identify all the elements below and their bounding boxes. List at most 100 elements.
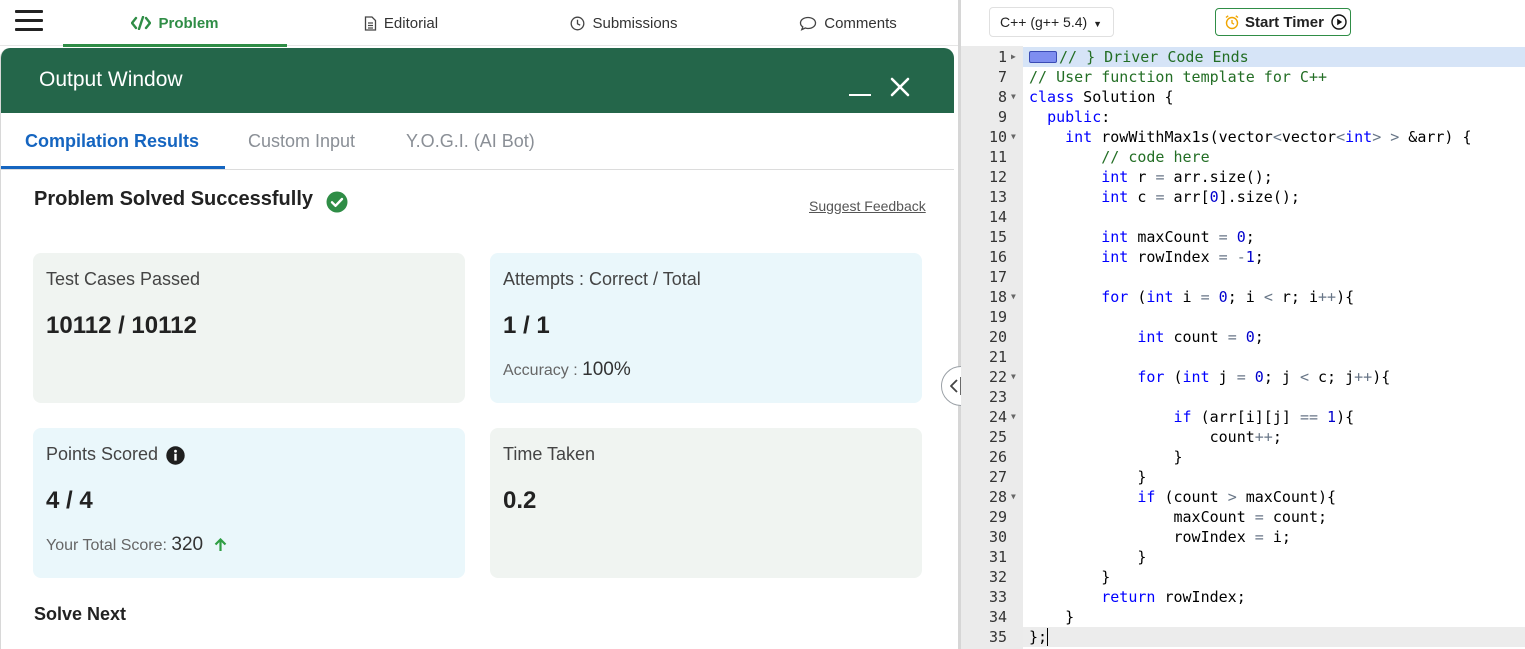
- code-line: // code here: [1101, 148, 1210, 166]
- line-number: 27: [988, 468, 1007, 486]
- line-number: 22: [988, 368, 1007, 386]
- line-number: 14: [988, 208, 1007, 226]
- line-number-gutter: 1 ▶ 7 8 ▼ 9 10 ▼ 11 12 13 14 15 16 17 18 ▼ 19 20 21 22 ▼ 23 24 ▼…: [961, 46, 1023, 649]
- language-value: C++ (g++ 5.4): [1000, 14, 1088, 30]
- line-number: 20: [988, 328, 1007, 346]
- active-line-highlight: [1023, 627, 1525, 647]
- total-score-label: Your Total Score:: [46, 537, 167, 554]
- code-line: return rowIndex;: [1101, 588, 1246, 606]
- code-area[interactable]: // } Driver Code Ends // User function te…: [1023, 46, 1525, 649]
- line-number: 33: [988, 588, 1007, 606]
- line-number: 17: [988, 268, 1007, 286]
- code-line: // } Driver Code Ends: [1059, 48, 1249, 66]
- folded-code-marker-icon[interactable]: [1029, 51, 1057, 63]
- points-label: Points Scored: [46, 444, 159, 464]
- line-number: 16: [988, 248, 1007, 266]
- code-line: int count = 0;: [1137, 328, 1264, 346]
- code-line: count++;: [1029, 428, 1282, 446]
- arrow-up-icon: [214, 538, 226, 551]
- start-timer-button[interactable]: Start Timer: [1215, 8, 1351, 36]
- code-line: class Solution {: [1029, 88, 1174, 106]
- line-number: 26: [988, 448, 1007, 466]
- line-number: 11: [988, 148, 1007, 166]
- code-line: }: [1029, 548, 1147, 566]
- tab-compilation-results[interactable]: Compilation Results: [25, 131, 199, 152]
- tab-yogi-ai-bot[interactable]: Y.O.G.I. (AI Bot): [406, 131, 535, 152]
- code-line: if (count > maxCount){: [1137, 488, 1337, 506]
- line-number: 34: [988, 608, 1007, 626]
- tab-comments[interactable]: Comments: [786, 0, 910, 46]
- fold-toggle-icon[interactable]: ▶: [1011, 47, 1021, 67]
- code-line: public:: [1047, 108, 1111, 126]
- fold-toggle-icon[interactable]: ▼: [1011, 287, 1021, 307]
- tab-submissions[interactable]: Submissions: [555, 0, 693, 46]
- points-card: Points Scored 4 / 4 Your Total Score: 32…: [33, 428, 465, 578]
- accuracy-label: Accuracy :: [503, 362, 578, 379]
- points-value: 4 / 4: [46, 487, 93, 514]
- line-number: 10: [988, 128, 1007, 146]
- code-line: };: [1029, 628, 1048, 646]
- tab-problem[interactable]: Problem: [63, 0, 287, 46]
- test-cases-card: Test Cases Passed 10112 / 10112: [33, 253, 465, 403]
- line-number: 30: [988, 528, 1007, 546]
- line-number: 15: [988, 228, 1007, 246]
- output-window: Output Window Compilation Results Custom…: [0, 48, 954, 649]
- problem-nav-bar: Problem Editorial Submissions Comments: [0, 0, 958, 47]
- code-line: for (int i = 0; i < r; i++){: [1101, 288, 1355, 306]
- code-line: if (arr[i][j] == 1){: [1173, 408, 1355, 426]
- clock-icon: [571, 16, 585, 30]
- code-line: int c = arr[0].size();: [1101, 188, 1300, 206]
- attempts-card: Attempts : Correct / Total 1 / 1 Accurac…: [490, 253, 922, 403]
- line-number: 7: [997, 68, 1007, 86]
- problem-pane: Problem Editorial Submissions Comments O…: [0, 0, 958, 649]
- line-number: 21: [988, 348, 1007, 366]
- attempts-label: Attempts : Correct / Total: [503, 269, 701, 289]
- code-line: maxCount = count;: [1029, 508, 1328, 526]
- line-number: 13: [988, 188, 1007, 206]
- speech-bubble-icon: [800, 16, 817, 31]
- code-line: }: [1029, 468, 1147, 486]
- tab-submissions-label: Submissions: [592, 14, 678, 32]
- fold-toggle-icon[interactable]: ▼: [1011, 87, 1021, 107]
- line-number: 24: [988, 408, 1007, 426]
- fold-toggle-icon[interactable]: ▼: [1011, 367, 1021, 387]
- text-cursor: [1047, 628, 1049, 646]
- time-label: Time Taken: [503, 444, 596, 464]
- code-line: int r = arr.size();: [1101, 168, 1273, 186]
- play-circle-icon: [1331, 14, 1347, 30]
- line-number: 8: [997, 88, 1007, 106]
- time-value: 0.2: [503, 487, 537, 514]
- code-icon: [131, 16, 152, 30]
- test-cases-label: Test Cases Passed: [46, 269, 201, 289]
- tab-custom-input[interactable]: Custom Input: [248, 131, 355, 152]
- editor-toolbar: C++ (g++ 5.4) ▼ Start Timer: [961, 0, 1525, 44]
- line-number: 1: [997, 48, 1007, 66]
- tab-editorial-label: Editorial: [383, 14, 439, 32]
- code-line: int rowWithMax1s(vector<vector<int> > &a…: [1065, 128, 1472, 146]
- fold-toggle-icon[interactable]: ▼: [1011, 487, 1021, 507]
- tab-editorial[interactable]: Editorial: [338, 0, 464, 46]
- code-line: }: [1029, 568, 1111, 586]
- total-score-value: 320: [171, 534, 204, 555]
- accuracy-value: 100%: [582, 359, 631, 380]
- code-line: int rowIndex = -1;: [1101, 248, 1264, 266]
- language-select[interactable]: C++ (g++ 5.4) ▼: [989, 7, 1114, 37]
- fold-toggle-icon[interactable]: ▼: [1011, 127, 1021, 147]
- active-tab-indicator: [63, 44, 287, 47]
- solve-next-heading: Solve Next: [34, 604, 127, 624]
- line-number: 35: [988, 628, 1007, 646]
- editor-pane: C++ (g++ 5.4) ▼ Start Timer 1 ▶ 7 8 ▼ 9 10 ▼ 11 1…: [961, 0, 1525, 649]
- info-icon[interactable]: [166, 446, 185, 465]
- code-editor[interactable]: 1 ▶ 7 8 ▼ 9 10 ▼ 11 12 13 14 15 16 17 18 ▼ 19 20 21 22 ▼ 23 24 ▼…: [961, 46, 1525, 649]
- app-root: Problem Editorial Submissions Comments O…: [0, 0, 1525, 649]
- total-score-line: Your Total Score: 320: [46, 534, 227, 556]
- minimize-icon[interactable]: [849, 94, 871, 96]
- line-number: 9: [997, 108, 1007, 126]
- code-line: int maxCount = 0;: [1101, 228, 1255, 246]
- hamburger-menu-icon[interactable]: [15, 10, 43, 34]
- suggest-feedback-link[interactable]: Suggest Feedback: [809, 198, 926, 214]
- fold-toggle-icon[interactable]: ▼: [1011, 407, 1021, 427]
- close-icon[interactable]: [887, 74, 913, 100]
- caret-down-icon: ▼: [1093, 19, 1102, 29]
- alarm-clock-icon: [1225, 15, 1239, 30]
